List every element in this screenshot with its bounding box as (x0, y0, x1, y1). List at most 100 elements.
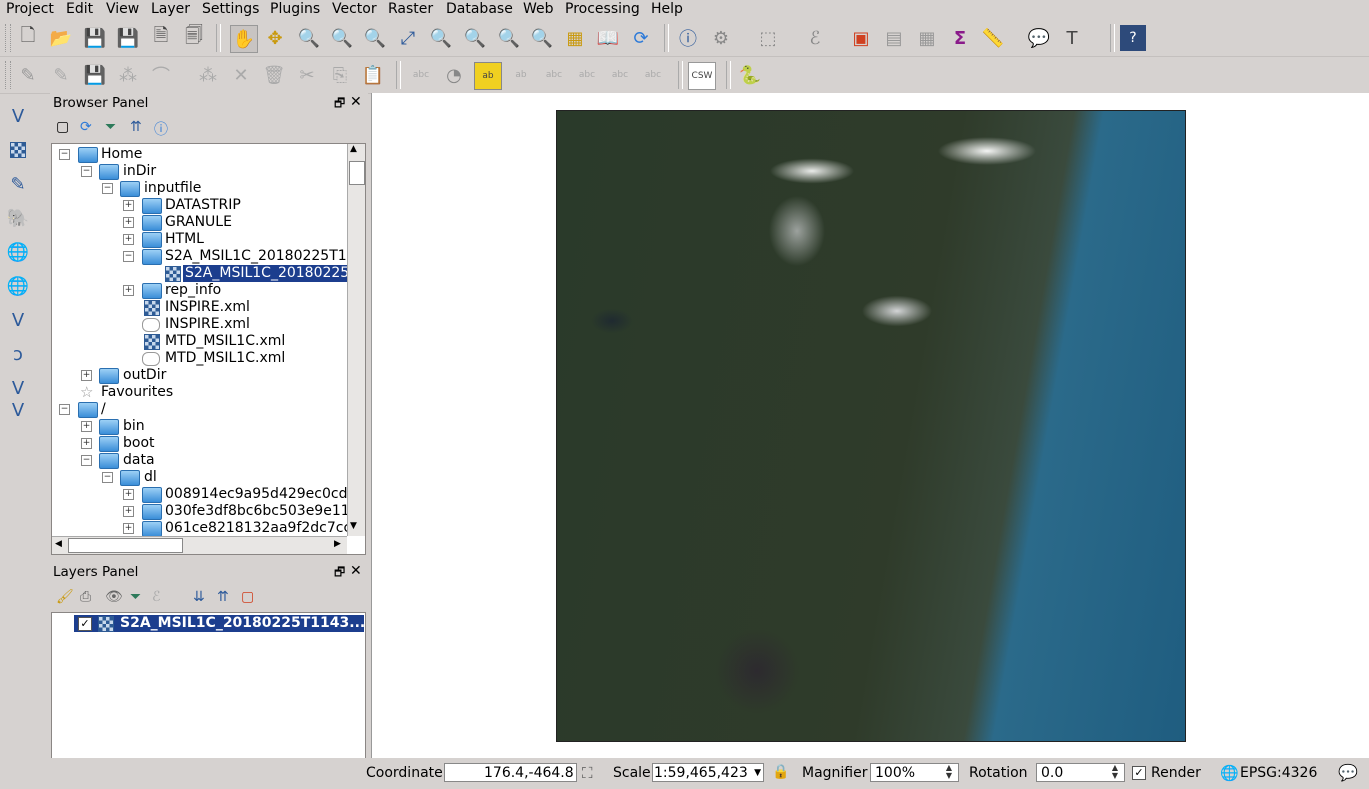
csw-icon[interactable]: CSW (688, 62, 716, 90)
add-delimited-text-icon[interactable]: ✎ (5, 171, 31, 197)
new-print-layout-icon[interactable]: 🗎 (148, 25, 174, 51)
zoom-in-icon[interactable]: 🔍 (296, 25, 322, 51)
help-icon[interactable]: ? (1120, 25, 1146, 51)
tree-item-hash-1[interactable]: 008914ec9a95d429ec0cd5 (165, 486, 356, 503)
collapse-icon[interactable]: − (81, 455, 92, 466)
measure-icon[interactable]: 📏 (980, 25, 1006, 51)
refresh-icon[interactable]: ⟳ (628, 25, 654, 51)
tree-item-data[interactable]: data (123, 452, 155, 469)
filter-expression-icon[interactable]: ℰ (152, 589, 160, 605)
tree-item-root[interactable]: / (101, 401, 106, 418)
info-icon[interactable]: ⓘ (154, 119, 168, 139)
menu-settings[interactable]: Settings (202, 1, 259, 17)
render-checkbox[interactable]: ✓ (1132, 766, 1146, 780)
copy-icon[interactable]: ⎘ (327, 62, 353, 88)
add-wcs-layer-icon[interactable]: 🌐 (5, 273, 31, 299)
collapse-icon[interactable]: − (102, 183, 113, 194)
field-calculator-icon[interactable]: ▦ (914, 25, 940, 51)
add-selected-icon[interactable]: ▢ (56, 119, 69, 135)
close-panel-icon[interactable]: ✕ (350, 94, 362, 110)
expand-icon[interactable]: + (81, 370, 92, 381)
zoom-to-selection-icon[interactable]: 🔍 (428, 25, 454, 51)
scroll-thumb[interactable] (68, 538, 183, 553)
show-bookmarks-icon[interactable]: 📖 (595, 25, 621, 51)
tree-item-bin[interactable]: bin (123, 418, 145, 435)
select-by-rect-icon[interactable]: ⬚ (755, 25, 781, 51)
collapse-icon[interactable]: − (81, 166, 92, 177)
tree-item-hash-2[interactable]: 030fe3df8bc6bc503e9e11b (165, 503, 359, 520)
statistics-icon[interactable]: Σ (947, 25, 973, 51)
zoom-to-layer-icon[interactable]: 🔍 (462, 25, 488, 51)
remove-layer-icon[interactable]: ▢ (241, 589, 254, 605)
tree-item-home[interactable]: Home (101, 146, 142, 163)
layout-manager-icon[interactable]: 🗐 (181, 25, 207, 51)
tree-item-favourites[interactable]: Favourites (101, 384, 173, 401)
crs-globe-icon[interactable]: 🌐 (1220, 764, 1239, 782)
float-panel-icon[interactable]: 🗗 (334, 563, 345, 584)
expand-icon[interactable]: + (123, 523, 134, 534)
menu-view[interactable]: View (106, 1, 139, 17)
expand-icon[interactable]: + (81, 421, 92, 432)
menu-vector[interactable]: Vector (332, 1, 377, 17)
tree-item-datastrip[interactable]: DATASTRIP (165, 197, 241, 214)
collapse-all-icon[interactable]: ⇈ (130, 119, 142, 135)
expand-icon[interactable]: + (123, 200, 134, 211)
label-highlight-icon[interactable]: ab (474, 62, 502, 90)
tree-item-indir[interactable]: inDir (123, 163, 156, 180)
paste-icon[interactable]: 📋 (360, 62, 386, 88)
toggle-edit-icon[interactable]: ✎ (48, 62, 74, 88)
zoom-native-icon[interactable]: 🔍 (362, 25, 388, 51)
tree-item-dl[interactable]: dl (144, 469, 157, 486)
add-wfs-layer-icon[interactable]: V (5, 307, 31, 333)
dropdown-arrow-icon[interactable]: ▼ (754, 764, 761, 783)
edit-pencil-icon[interactable]: ✎ (15, 62, 41, 88)
refresh-icon[interactable]: ⟳ (80, 119, 92, 135)
add-virtual-layer-icon[interactable]: ↄ (5, 341, 31, 367)
show-hide-label-icon[interactable]: abc (541, 62, 567, 88)
menu-layer[interactable]: Layer (151, 1, 190, 17)
zoom-out-icon[interactable]: 🔍 (329, 25, 355, 51)
close-panel-icon[interactable]: ✕ (350, 563, 362, 579)
pan-to-selection-icon[interactable]: ✥ (262, 25, 288, 51)
tree-item-s2a-folder[interactable]: S2A_MSIL1C_20180225T11 (165, 248, 356, 265)
scroll-up-icon[interactable]: ▲ (350, 144, 357, 154)
label-icon[interactable]: abc (408, 62, 434, 88)
move-feature-icon[interactable]: ⁂ (195, 62, 221, 88)
add-postgis-layer-icon[interactable]: 🐘 (5, 205, 31, 231)
horizontal-scrollbar[interactable]: ◀ ▶ (52, 536, 347, 554)
tree-item-granule[interactable]: GRANULE (165, 214, 232, 231)
menu-edit[interactable]: Edit (66, 1, 93, 17)
menu-raster[interactable]: Raster (388, 1, 433, 17)
tree-item-mtd-raster[interactable]: MTD_MSIL1C.xml (165, 333, 285, 350)
expand-icon[interactable]: + (123, 489, 134, 500)
expand-icon[interactable]: + (123, 234, 134, 245)
map-tips-icon[interactable]: 💬 (1026, 25, 1052, 51)
menu-project[interactable]: Project (6, 1, 54, 17)
add-wms-layer-icon[interactable]: 🌐 (5, 239, 31, 265)
menu-processing[interactable]: Processing (565, 1, 640, 17)
scale-combobox[interactable]: 1:59,465,423 ▼ (652, 763, 764, 782)
tree-item-s2a-raster[interactable]: S2A_MSIL1C_20180225T (183, 265, 358, 282)
filter-icon[interactable]: ⏷ (130, 589, 141, 605)
menu-help[interactable]: Help (651, 1, 683, 17)
zoom-next-icon[interactable]: 🔍 (529, 25, 555, 51)
menu-plugins[interactable]: Plugins (270, 1, 320, 17)
rotation-spinbox[interactable]: 0.0 ▲ ▼ (1036, 763, 1125, 782)
python-icon[interactable]: 🐍 (737, 62, 763, 88)
add-raster-layer-icon[interactable] (5, 137, 31, 163)
vertex-tool-icon[interactable]: ⌒ (148, 62, 174, 88)
rotate-label-icon[interactable]: abc (607, 62, 633, 88)
scroll-right-icon[interactable]: ▶ (334, 539, 341, 549)
crs-label[interactable]: EPSG:4326 (1240, 765, 1317, 781)
magnifier-spinbox[interactable]: 100% ▲ ▼ (870, 763, 959, 782)
add-feature-icon[interactable]: ⁂ (115, 62, 141, 88)
diagram-icon[interactable]: ◔ (441, 62, 467, 88)
spin-arrows-icon[interactable]: ▲ ▼ (1106, 764, 1124, 781)
collapse-all-icon[interactable]: ⇈ (217, 589, 229, 605)
lock-scale-icon[interactable]: 🔒 (772, 764, 789, 780)
tree-item-html[interactable]: HTML (165, 231, 204, 248)
open-project-icon[interactable]: 📂 (48, 25, 74, 51)
layer-row[interactable]: ✓ S2A_MSIL1C_20180225T1143... (74, 615, 365, 632)
pin-label-icon[interactable]: ab (508, 62, 534, 88)
save-as-icon[interactable]: 💾 (115, 25, 141, 51)
